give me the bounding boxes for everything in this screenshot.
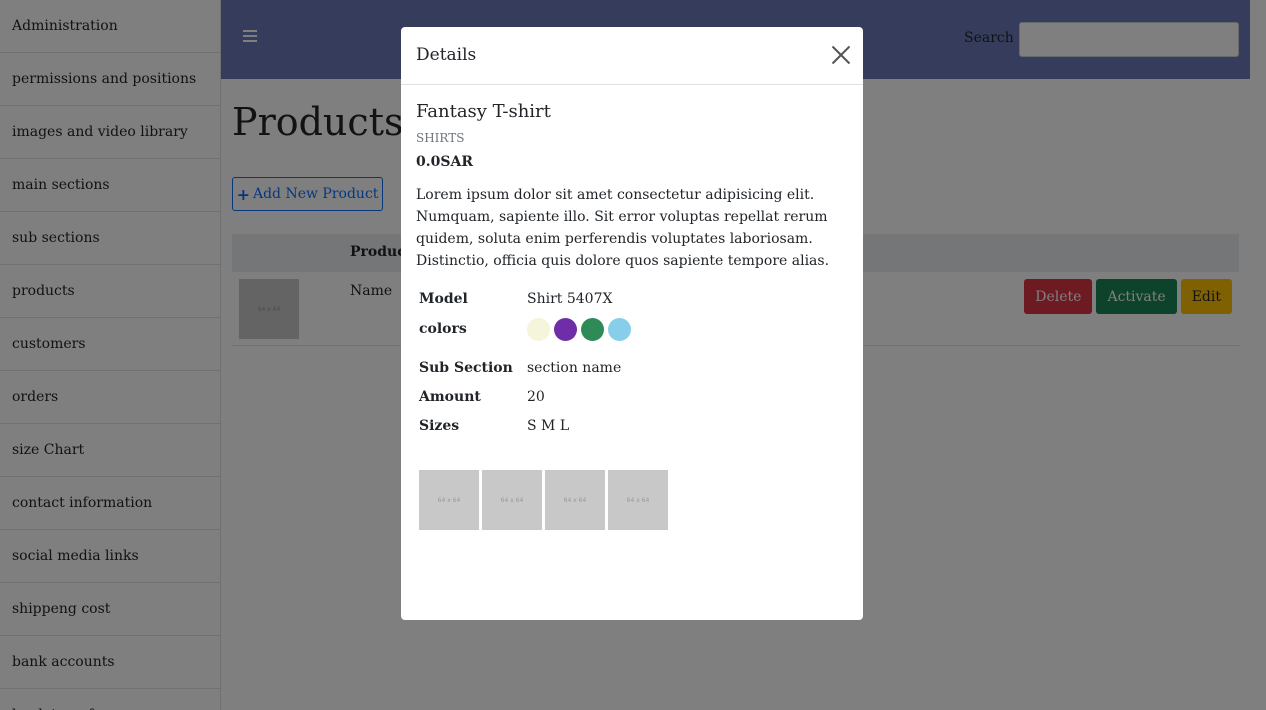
modal-title: Details — [416, 45, 477, 65]
spec-label-colors: colors — [419, 321, 467, 337]
spec-label-model: Model — [419, 290, 468, 307]
color-swatches — [527, 317, 631, 341]
gallery-image[interactable]: 64 x 64 — [608, 470, 668, 530]
spec-label-sizes: Sizes — [419, 417, 460, 434]
product-description: Lorem ipsum dolor sit amet consectetur a… — [416, 187, 830, 269]
close-icon[interactable] — [831, 45, 851, 65]
color-swatch — [581, 317, 604, 341]
gallery-image[interactable]: 64 x 64 — [482, 470, 542, 530]
gallery-image[interactable]: 64 x 64 — [419, 470, 479, 530]
details-modal: Details Fantasy T-shirt SHIRTS 0.0SAR Lo… — [401, 27, 863, 620]
product-category: SHIRTS — [416, 131, 465, 145]
product-gallery: 64 x 64 64 x 64 64 x 64 64 x 64 — [419, 470, 848, 530]
spec-label-sub-section: Sub Section — [419, 359, 513, 376]
spec-label-amount: Amount — [419, 388, 481, 405]
product-price: 0.0SAR — [416, 154, 473, 170]
modal-header: Details — [401, 27, 863, 85]
spec-value-amount: 20 — [527, 388, 545, 405]
product-name: Fantasy T-shirt — [416, 101, 551, 122]
modal-body: Fantasy T-shirt SHIRTS 0.0SAR Lorem ipsu… — [401, 85, 863, 545]
spec-value-sub-section: section name — [527, 359, 622, 376]
color-swatch — [527, 317, 550, 341]
spec-value-model: Shirt 5407X — [527, 290, 613, 307]
gallery-image[interactable]: 64 x 64 — [545, 470, 605, 530]
color-swatch — [608, 317, 631, 341]
product-specs-table: Model Shirt 5407X colors Sub Section sec… — [416, 284, 634, 440]
spec-value-sizes: S M L — [527, 417, 570, 434]
color-swatch — [554, 317, 577, 341]
